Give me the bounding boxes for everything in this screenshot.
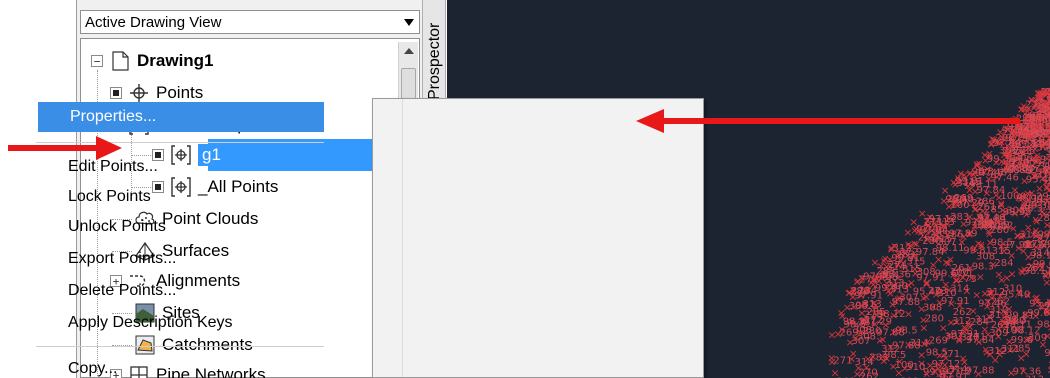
annotation-overlay bbox=[8, 109, 1020, 160]
annotation-arrow-left bbox=[8, 136, 122, 160]
annotation-arrow-right bbox=[636, 109, 1020, 133]
